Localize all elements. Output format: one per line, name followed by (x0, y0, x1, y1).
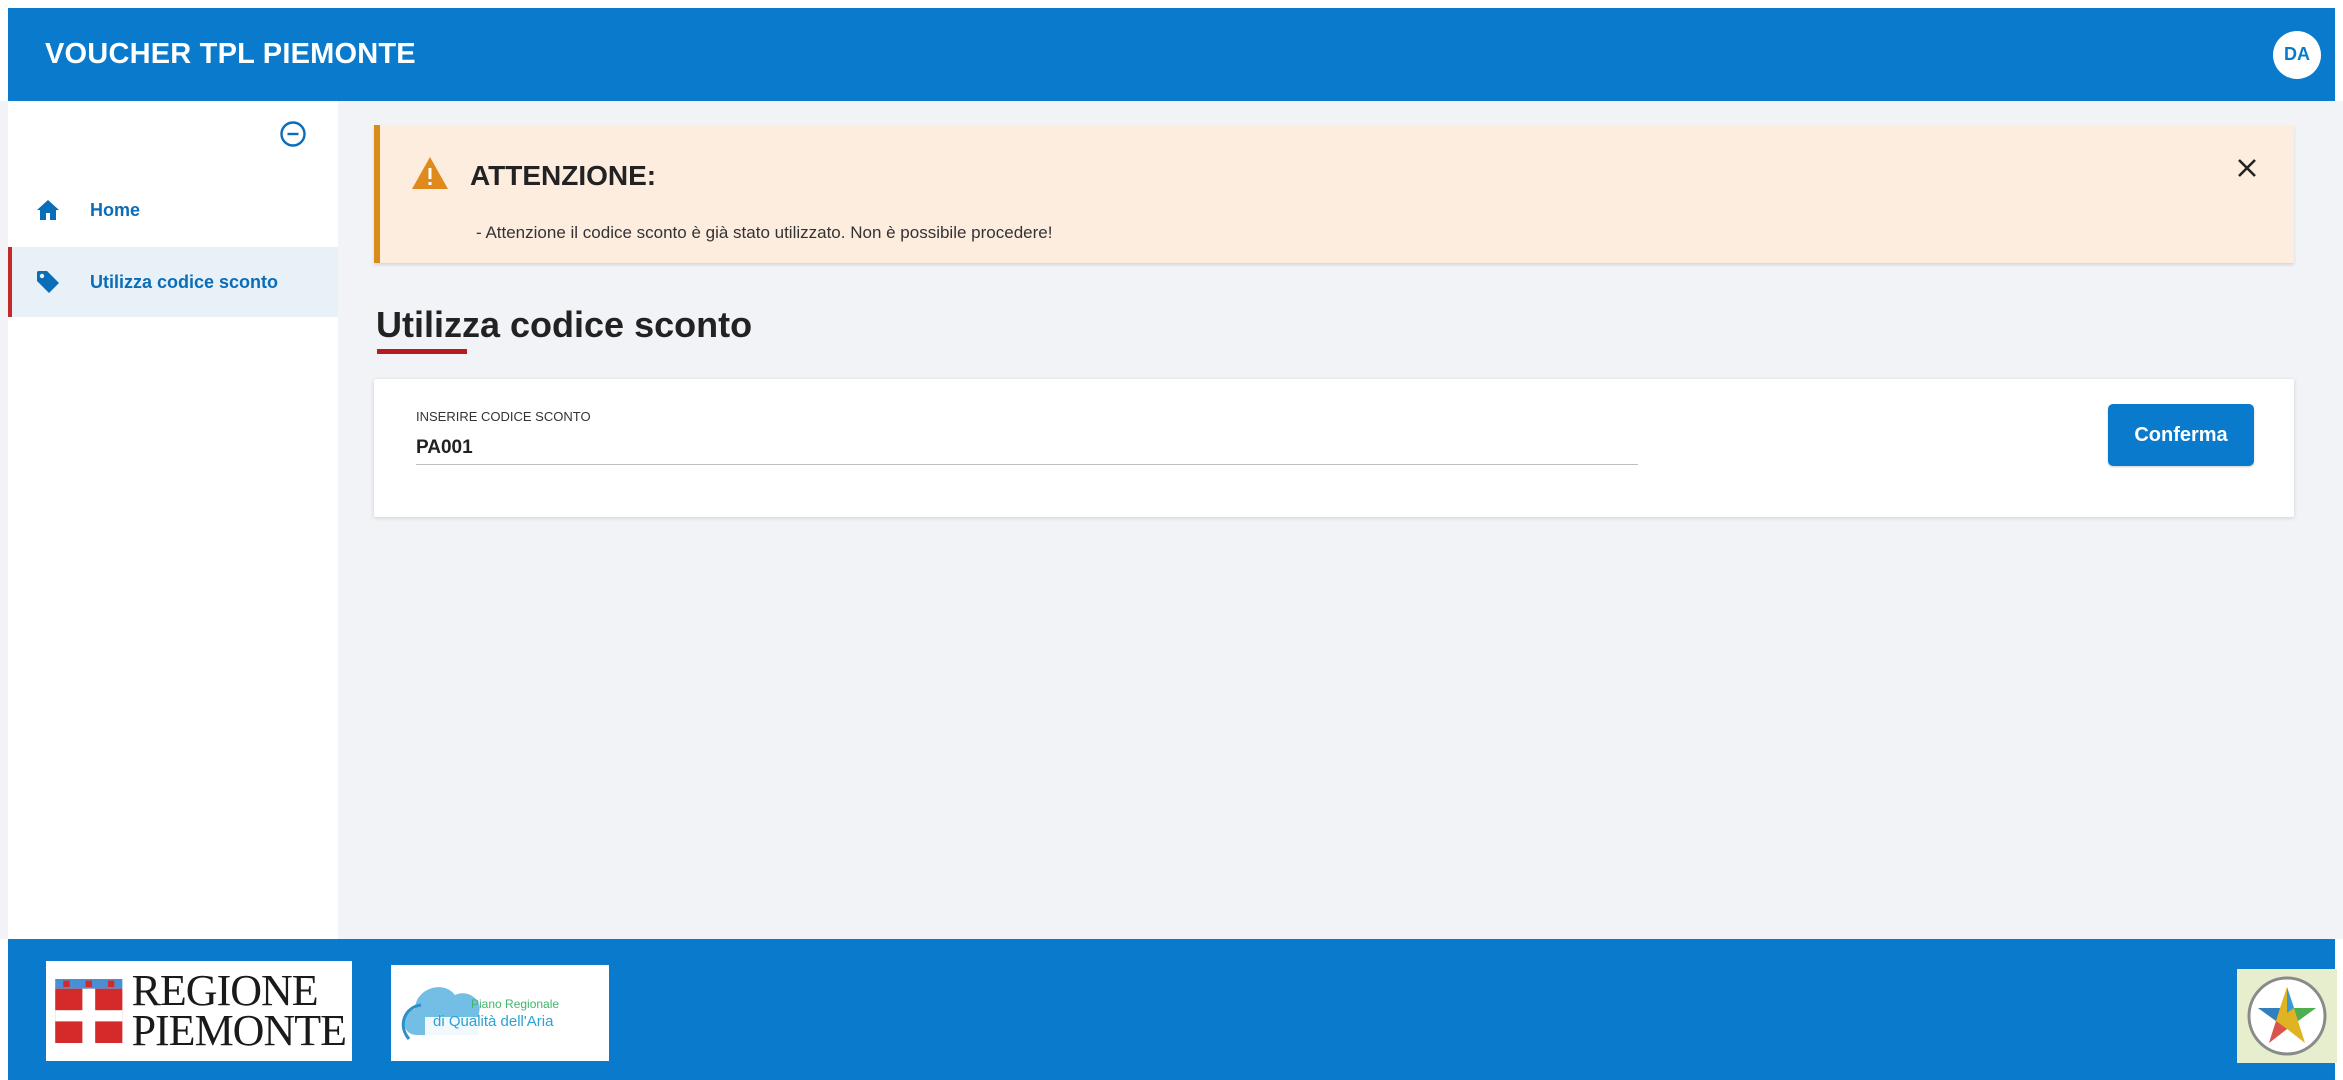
user-avatar[interactable]: DA (2273, 30, 2321, 79)
regione-piemonte-logo[interactable]: REGIONE PIEMONTE (46, 961, 352, 1061)
sidebar-item-utilizza-codice-sconto[interactable]: Utilizza codice sconto (8, 247, 338, 317)
sidebar-item-label: Home (90, 199, 141, 220)
alert-title: ATTENZIONE: (470, 160, 657, 191)
regione-logo-line1: REGIONE (131, 966, 319, 1015)
aria-logo-line2: di Qualità dell'Aria (433, 1013, 554, 1030)
title-underline (377, 349, 467, 354)
sidebar-collapse-button[interactable] (278, 119, 308, 149)
warning-icon (412, 157, 448, 189)
regione-logo-line2: PIEMONTE (131, 1006, 347, 1055)
aria-logo-line1: Piano Regionale (471, 997, 560, 1011)
star-icon (2247, 976, 2327, 1056)
app-header: VOUCHER TPL PIEMONTE DA (0, 0, 2343, 101)
close-icon[interactable] (2236, 155, 2258, 185)
discount-code-card: INSERIRE CODICE SCONTO Conferma (374, 379, 2294, 517)
tag-icon (34, 268, 62, 296)
sidebar: Home Utilizza codice sconto (8, 101, 338, 939)
discount-code-label: INSERIRE CODICE SCONTO (416, 409, 591, 424)
warning-alert: ATTENZIONE: - Attenzione il codice scont… (374, 125, 2294, 263)
star-logo[interactable] (2237, 969, 2337, 1063)
regione-emblem-icon (52, 975, 126, 1047)
alert-message: - Attenzione il codice sconto è già stat… (476, 223, 1053, 242)
minus-circle-icon (280, 121, 306, 147)
app-title: VOUCHER TPL PIEMONTE (45, 38, 416, 70)
sidebar-item-home[interactable]: Home (8, 175, 338, 245)
main-content: ATTENZIONE: - Attenzione il codice scont… (338, 101, 2343, 939)
regione-logo-text: REGIONE PIEMONTE (131, 966, 347, 1055)
footer: REGIONE PIEMONTE Piano Regionale di Qual… (0, 939, 2343, 1080)
home-icon (34, 196, 62, 224)
sidebar-item-label: Utilizza codice sconto (90, 271, 279, 292)
page-title: Utilizza codice sconto (376, 304, 753, 345)
confirm-button[interactable]: Conferma (2108, 404, 2254, 466)
discount-code-input[interactable] (416, 431, 1638, 465)
piano-qualita-aria-logo[interactable]: Piano Regionale di Qualità dell'Aria (391, 965, 609, 1061)
